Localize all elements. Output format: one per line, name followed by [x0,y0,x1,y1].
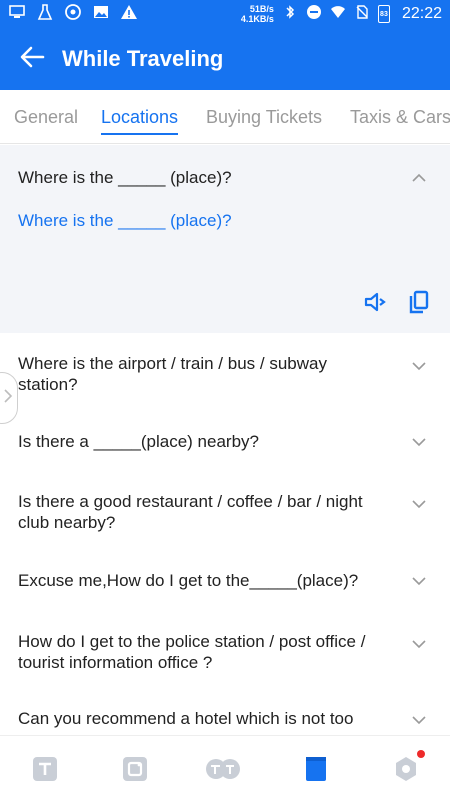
bottom-navigation [0,735,450,800]
side-drawer-handle[interactable] [0,372,18,424]
nav-text-translate[interactable] [32,756,58,782]
app-notification-icon [64,3,82,26]
phrase-text: Excuse me,How do I get to the_____(place… [18,571,359,590]
text-translate-icon [32,757,58,786]
back-button[interactable] [8,35,56,83]
list-item[interactable]: Is there a good restaurant / coffee / ba… [0,473,450,553]
warning-icon [120,3,138,26]
battery-icon: 83 [377,5,390,23]
status-bar: 51B/s 4.1KB/s 83 22:22 [0,0,450,28]
copy-icon[interactable] [406,289,432,315]
phrase-translation: Where is the _____ (place)? [18,211,232,230]
image-icon [92,3,110,26]
arrow-left-icon [19,44,45,75]
chevron-down-icon[interactable] [410,357,428,375]
chevron-down-icon[interactable] [410,711,428,729]
speaker-icon[interactable] [362,289,388,315]
chevron-up-icon[interactable] [410,169,428,187]
chevron-down-icon[interactable] [410,433,428,451]
expanded-phrase-card[interactable]: Where is the _____ (place)? Where is the… [0,145,450,333]
phrase-text: Where is the airport / train / bus / sub… [18,354,327,394]
bluetooth-icon [282,4,298,25]
app-bar: While Traveling [0,28,450,90]
tab-general[interactable]: General [14,90,78,143]
chevron-down-icon[interactable] [410,495,428,513]
status-icons-left [8,3,138,26]
phrase-text: How do I get to the police station / pos… [18,632,366,672]
no-sim-icon [354,4,370,25]
book-icon [303,757,329,786]
phrase-text: Is there a good restaurant / coffee / ba… [18,492,363,532]
status-icons-right: 51B/s 4.1KB/s 83 22:22 [241,4,442,25]
list-item[interactable]: Is there a _____(place) nearby? [0,413,450,473]
tab-locations[interactable]: Locations [101,90,179,143]
notification-dot [417,750,425,758]
list-item[interactable]: Can you recommend a hotel which is not t… [0,693,450,733]
network-speed: 51B/s 4.1KB/s [241,4,274,24]
net-speed-up: 51B/s [249,4,274,14]
list-item[interactable]: Where is the airport / train / bus / sub… [0,333,450,413]
tab-taxis-cars[interactable]: Taxis & Cars [350,90,450,143]
chevron-down-icon[interactable] [410,572,428,590]
page-title: While Traveling [62,46,224,71]
phrase-text: Is there a _____(place) nearby? [18,432,259,451]
conversation-icon [205,759,241,786]
chevron-right-icon [3,388,13,408]
settings-icon [393,757,419,786]
phrase-text: Can you recommend a hotel which is not t… [18,709,354,733]
wifi-icon [330,4,346,25]
net-speed-down: 4.1KB/s [240,14,274,24]
nav-phrasebook[interactable] [303,756,329,782]
tab-buying-tickets[interactable]: Buying Tickets [206,90,322,143]
nav-conversation[interactable] [205,756,241,782]
nav-camera-translate[interactable] [122,756,148,782]
chevron-down-icon[interactable] [410,635,428,653]
camera-icon [122,757,148,786]
clock: 22:22 [401,5,442,22]
nav-settings[interactable] [393,750,425,782]
phrase-list: Where is the airport / train / bus / sub… [0,333,450,733]
category-tabs: General Locations Buying Tickets Taxis &… [0,90,450,144]
list-item[interactable]: How do I get to the police station / pos… [0,613,450,693]
list-item[interactable]: Excuse me,How do I get to the_____(place… [0,553,450,613]
phrase-question: Where is the _____ (place)? [18,168,232,187]
cleaner-icon [36,3,54,26]
do-not-disturb-icon [306,4,322,25]
screen-mirror-icon [8,3,26,26]
